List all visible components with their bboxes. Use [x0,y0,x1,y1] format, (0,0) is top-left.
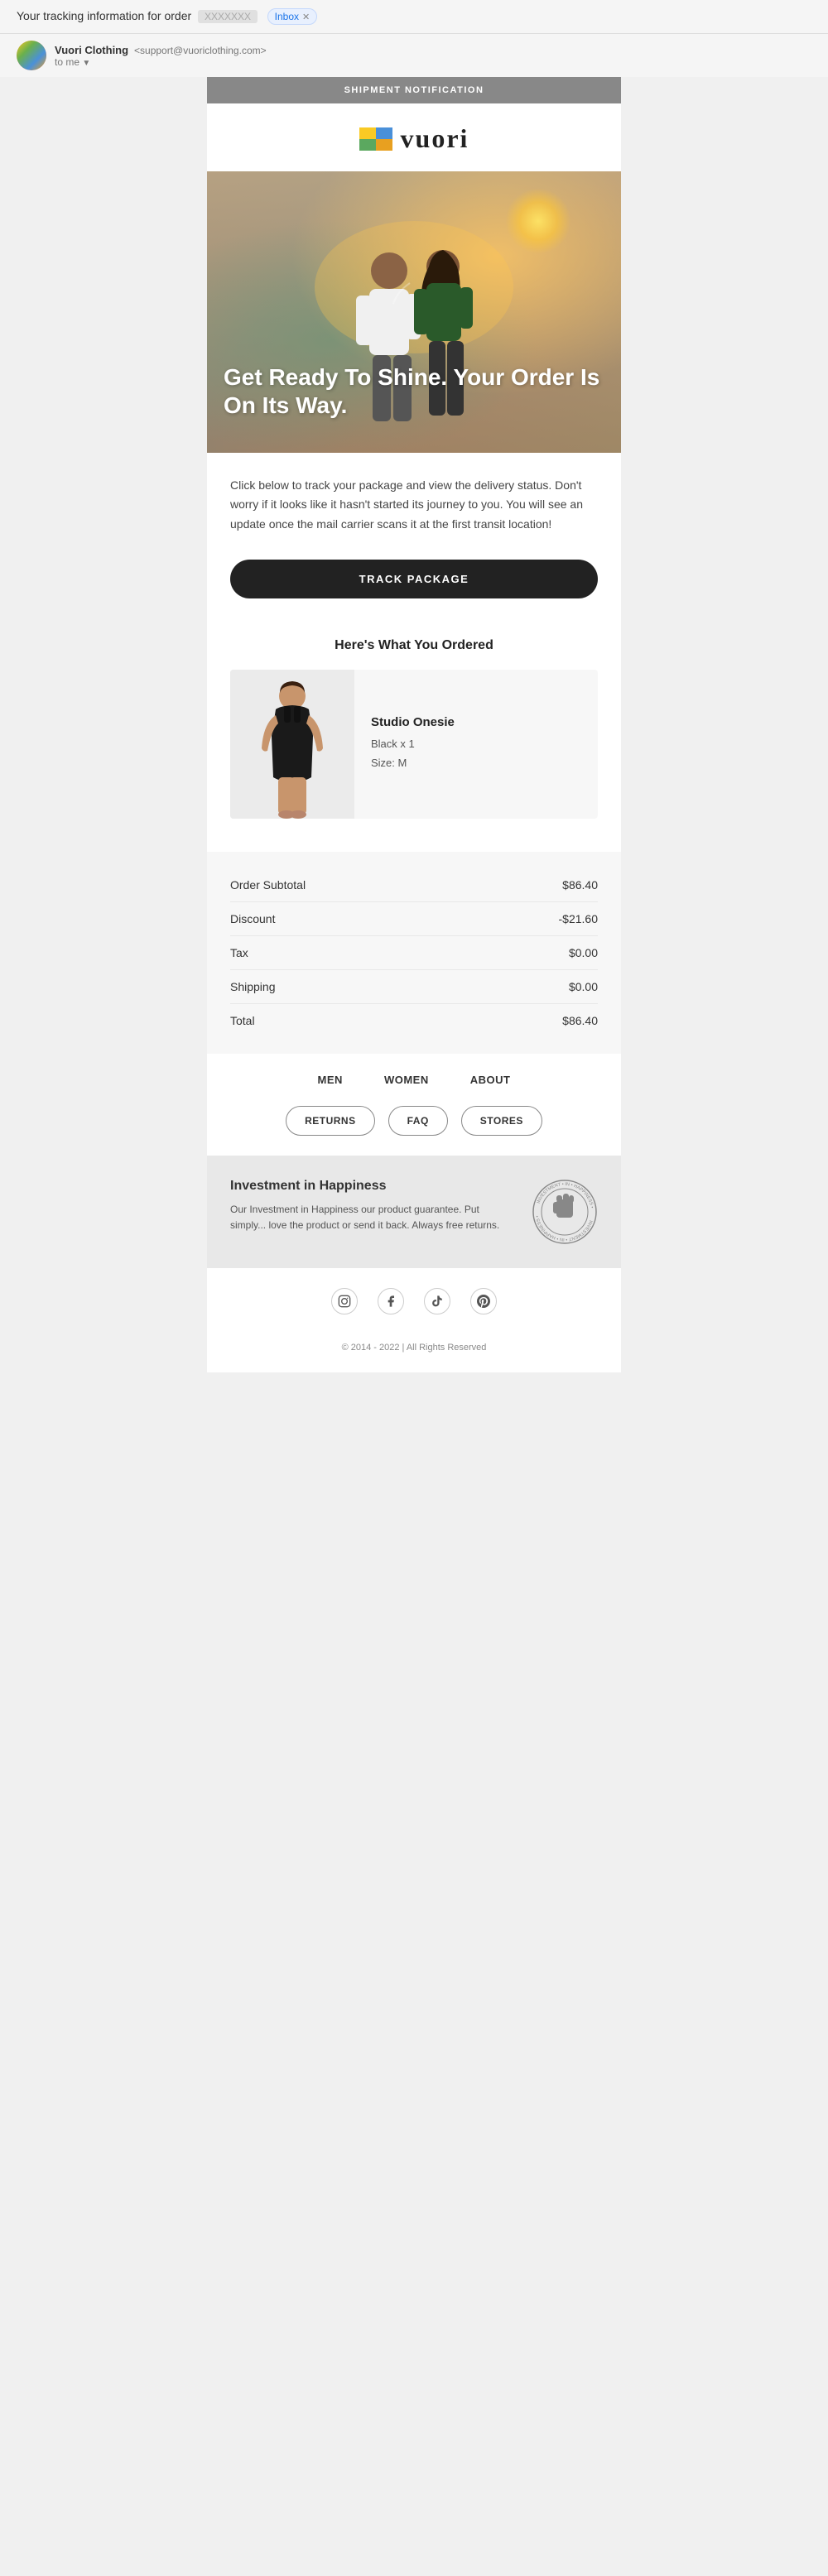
email-body-wrapper: SHIPMENT NOTIFICATION vuori [0,77,828,1372]
body-text-section: Click below to track your package and vi… [207,453,621,551]
order-section-title: Here's What You Ordered [230,638,598,653]
investment-badge-icon: INVESTMENT • IN • HAPPINESS • INVESTMENT… [532,1179,598,1245]
svg-text:INVESTMENT • IN • HAPPINESS •: INVESTMENT • IN • HAPPINESS • [535,1215,593,1242]
hero-text-overlay: Get Ready To Shine. Your Order Is On Its… [224,363,604,419]
tiktok-icon[interactable] [424,1288,450,1314]
social-section [207,1268,621,1334]
summary-row-shipping: Shipping $0.00 [230,970,598,1004]
footer-section: © 2014 - 2022 | All Rights Reserved [207,1334,621,1372]
footer-copyright: © 2014 - 2022 | All Rights Reserved [342,1343,487,1353]
logo-container: vuori [359,123,469,154]
sender-name: Vuori Clothing <support@vuoriclothing.co… [55,44,811,56]
facebook-icon[interactable] [378,1288,404,1314]
shipment-header: SHIPMENT NOTIFICATION [207,77,621,103]
sender-avatar [17,41,46,70]
logo-section: vuori [207,103,621,171]
action-buttons-section: RETURNS FAQ STORES [207,1106,621,1156]
pinterest-icon[interactable] [470,1288,497,1314]
product-item: Studio Onesie Black x 1 Size: M [230,670,598,819]
inbox-badge[interactable]: Inbox ✕ [267,8,318,25]
summary-row-discount: Discount -$21.60 [230,902,598,936]
product-details: Studio Onesie Black x 1 Size: M [354,699,598,790]
vuori-flag-icon [359,127,392,151]
investment-title: Investment in Happiness [230,1179,515,1194]
body-text: Click below to track your package and vi… [230,476,598,535]
email-header-bar: Your tracking information for order XXXX… [0,0,828,34]
investment-description: Our Investment in Happiness our product … [230,1202,515,1233]
inbox-badge-close[interactable]: ✕ [302,12,310,22]
investment-text: Investment in Happiness Our Investment i… [230,1179,515,1233]
sender-to-me[interactable]: to me ▼ [55,56,811,68]
returns-button[interactable]: RETURNS [286,1106,375,1136]
track-button-section[interactable]: TRACK PACKAGE [207,551,621,622]
nav-link-women[interactable]: WOMEN [384,1074,429,1086]
product-image [230,670,354,819]
product-size: Size: M [371,753,581,772]
summary-row-subtotal: Order Subtotal $86.40 [230,868,598,902]
track-package-button[interactable]: TRACK PACKAGE [230,560,598,598]
instagram-icon[interactable] [331,1288,358,1314]
nav-link-men[interactable]: MEN [318,1074,343,1086]
sender-info: Vuori Clothing <support@vuoriclothing.co… [55,44,811,68]
email-client-wrapper: Your tracking information for order XXXX… [0,0,828,77]
email-subject: Your tracking information for order XXXX… [17,8,811,25]
hero-headline: Get Ready To Shine. Your Order Is On Its… [224,363,604,419]
nav-section: MEN WOMEN ABOUT [207,1054,621,1106]
product-name: Studio Onesie [371,715,581,729]
order-section: Here's What You Ordered [207,622,621,852]
summary-row-tax: Tax $0.00 [230,936,598,970]
investment-section: Investment in Happiness Our Investment i… [207,1156,621,1268]
product-image-container [230,670,354,819]
stores-button[interactable]: STORES [461,1106,542,1136]
sender-row: Vuori Clothing <support@vuoriclothing.co… [0,34,828,77]
hero-image-section: Get Ready To Shine. Your Order Is On Its… [207,171,621,453]
brand-logo-text: vuori [401,123,469,154]
nav-link-about[interactable]: ABOUT [470,1074,511,1086]
email-content: SHIPMENT NOTIFICATION vuori [207,77,621,1372]
faq-button[interactable]: FAQ [388,1106,448,1136]
order-summary: Order Subtotal $86.40 Discount -$21.60 T… [207,852,621,1054]
summary-row-total: Total $86.40 [230,1004,598,1037]
product-color: Black x 1 [371,734,581,753]
